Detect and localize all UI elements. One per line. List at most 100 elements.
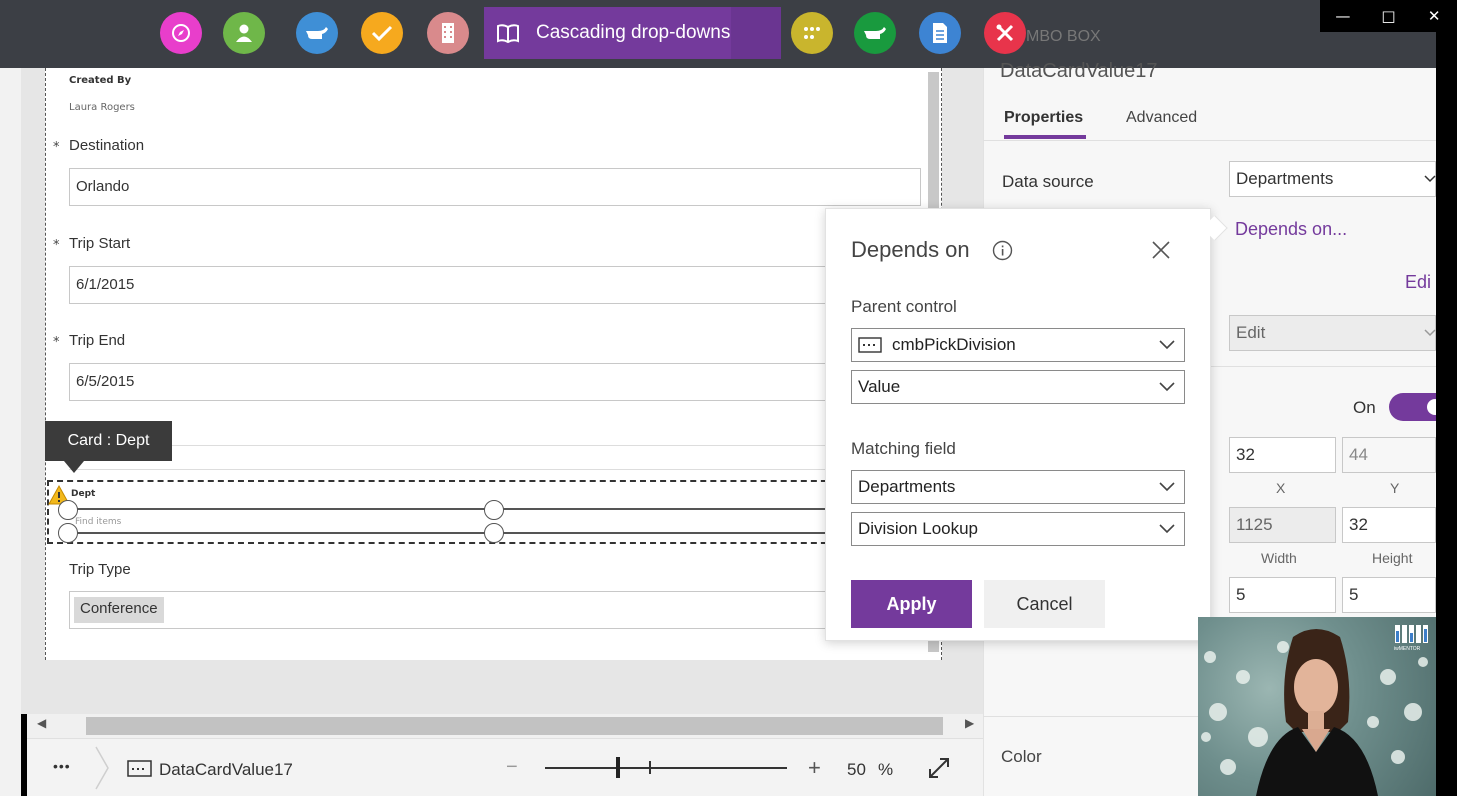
close-icon[interactable] <box>1150 239 1172 261</box>
depends-on-link[interactable]: Depends on... <box>1235 219 1347 240</box>
zoom-unit: % <box>878 760 894 779</box>
cancel-button[interactable]: Cancel <box>984 580 1105 628</box>
created-by-label: Created By <box>69 75 132 86</box>
zoom-slider-thumb[interactable] <box>615 757 620 778</box>
window-controls: — □ ✕ <box>1320 0 1457 32</box>
zoom-in-button[interactable]: + <box>808 755 821 781</box>
parent-control-value: cmbPickDivision <box>892 335 1016 354</box>
dept-card-selection[interactable] <box>47 480 847 544</box>
created-by-value: Laura Rogers <box>69 102 135 113</box>
trip-start-input[interactable]: 6/1/2015 <box>69 266 829 304</box>
destination-input[interactable]: Orlando <box>69 168 921 206</box>
data-source-label: Data source <box>1002 172 1094 191</box>
resize-handle[interactable] <box>484 523 504 543</box>
trip-end-label: Trip End <box>69 332 126 349</box>
scrollbar-thumb[interactable] <box>86 717 943 735</box>
pointing-hand-icon[interactable] <box>854 12 896 54</box>
scroll-right-icon[interactable]: ▶ <box>965 716 974 730</box>
x-label: X <box>1276 480 1286 496</box>
book-icon <box>496 22 520 44</box>
trip-start-label: Trip Start <box>69 235 131 252</box>
current-lesson-pill[interactable]: Cascading drop-downs <box>484 7 781 59</box>
data-source-value: Departments <box>1236 169 1334 188</box>
minimize-icon[interactable]: — <box>1320 0 1366 32</box>
app-toolbar: Cascading drop-downs — □ ✕ <box>0 0 1457 68</box>
scroll-left-icon[interactable]: ◀ <box>37 716 46 730</box>
active-tab-underline <box>1004 135 1086 139</box>
zoom-slider-mark <box>649 761 651 774</box>
selection-line-bottom <box>70 532 840 534</box>
trip-type-chip[interactable]: Conference <box>74 597 164 623</box>
selection-line-top <box>70 508 840 510</box>
section-divider <box>983 716 1198 717</box>
y-label: Y <box>1390 480 1400 496</box>
data-source-dropdown[interactable]: Departments <box>1229 161 1436 197</box>
tooltip-tail <box>64 461 84 473</box>
matching-source-value: Departments <box>858 477 956 496</box>
required-mark: * <box>53 238 60 253</box>
apply-button[interactable]: Apply <box>851 580 972 628</box>
parent-control-dropdown[interactable]: cmbPickDivision <box>851 328 1185 362</box>
zoom-slider[interactable] <box>545 767 787 769</box>
grid-dots-icon[interactable] <box>791 12 833 54</box>
chevron-down-icon <box>1159 524 1175 534</box>
more-options-icon[interactable]: ••• <box>53 758 71 774</box>
pointing-hand-icon[interactable] <box>296 12 338 54</box>
dept-label: Dept <box>71 489 96 499</box>
matching-field-label: Matching field <box>851 439 956 458</box>
edit-fields-link[interactable]: Edi <box>1405 272 1431 293</box>
width-input[interactable]: 1125 <box>1229 507 1336 543</box>
tab-properties[interactable]: Properties <box>1004 109 1083 127</box>
divider <box>69 445 829 446</box>
parent-field-dropdown[interactable]: Value <box>851 370 1185 404</box>
x-position-input[interactable]: 32 <box>1229 437 1336 473</box>
matching-source-dropdown[interactable]: Departments <box>851 470 1185 504</box>
close-window-icon[interactable]: ✕ <box>1411 0 1457 32</box>
chevron-down-icon <box>1424 175 1436 183</box>
trip-end-input[interactable]: 6/5/2015 <box>69 363 829 401</box>
padding-input[interactable]: 5 <box>1229 577 1336 613</box>
check-icon[interactable] <box>361 12 403 54</box>
resize-handle[interactable] <box>58 500 78 520</box>
fit-to-window-icon[interactable] <box>927 756 951 780</box>
tools-icon[interactable] <box>984 12 1026 54</box>
required-mark: * <box>53 335 60 350</box>
right-edge <box>1436 32 1457 796</box>
resize-handle[interactable] <box>484 500 504 520</box>
combo-box-icon <box>127 760 152 777</box>
parent-control-label: Parent control <box>851 297 957 316</box>
info-icon[interactable] <box>992 240 1013 261</box>
resize-handle[interactable] <box>58 523 78 543</box>
required-mark: * <box>53 140 60 155</box>
width-label: Width <box>1261 550 1297 566</box>
visible-toggle[interactable] <box>1389 393 1443 421</box>
left-strip <box>0 68 21 796</box>
destination-label: Destination <box>69 137 145 154</box>
trip-type-label: Trip Type <box>69 561 131 578</box>
display-mode-dropdown[interactable]: Edit <box>1229 315 1436 351</box>
user-icon[interactable] <box>223 12 265 54</box>
height-input[interactable]: 32 <box>1342 507 1436 543</box>
tab-advanced[interactable]: Advanced <box>1126 109 1197 127</box>
matching-field-dropdown[interactable]: Division Lookup <box>851 512 1185 546</box>
dialog-title: Depends on <box>851 237 970 262</box>
selected-control-name[interactable]: DataCardValue17 <box>159 760 293 780</box>
zoom-value: 50 <box>847 760 866 779</box>
document-icon[interactable] <box>919 12 961 54</box>
padding-input[interactable]: 5 <box>1342 577 1436 613</box>
display-mode-value: Edit <box>1236 323 1266 342</box>
breadcrumb-separator-icon <box>95 746 109 790</box>
zoom-out-button[interactable]: − <box>506 756 518 779</box>
lesson-title: Cascading drop-downs <box>536 22 731 43</box>
trip-type-input[interactable] <box>69 591 829 629</box>
compass-icon[interactable] <box>160 12 202 54</box>
maximize-icon[interactable]: □ <box>1366 0 1412 32</box>
dept-placeholder: Find items <box>75 517 122 527</box>
depends-on-dialog <box>825 208 1211 641</box>
y-position-input[interactable]: 44 <box>1342 437 1436 473</box>
building-icon[interactable] <box>427 12 469 54</box>
chevron-down-icon <box>1159 340 1175 350</box>
control-type-label: MBO BOX <box>1026 28 1101 45</box>
visible-toggle-label: On <box>1353 398 1376 417</box>
combo-box-icon <box>858 337 882 353</box>
